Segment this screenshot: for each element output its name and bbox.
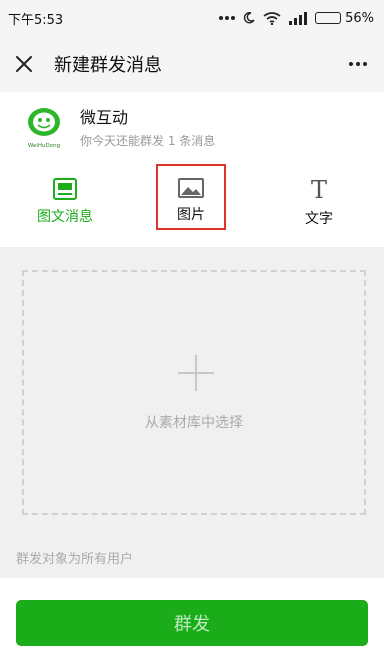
more-dots-icon <box>219 15 236 21</box>
plus-icon <box>178 355 214 391</box>
status-bar: 下午5:53 56% <box>0 0 384 36</box>
page-title: 新建群发消息 <box>54 55 162 76</box>
status-time: 下午5:53 <box>8 12 64 28</box>
account-logo: WeiHuDong <box>24 105 64 149</box>
moon-icon <box>243 12 255 24</box>
more-menu-button[interactable] <box>344 52 372 76</box>
signal-icon <box>289 11 308 25</box>
account-card: WeiHuDong 微互动 你今天还能群发 1 条消息 图文消息 图片 T 文字 <box>0 92 384 247</box>
account-name: 微互动 <box>80 108 129 127</box>
account-info: WeiHuDong 微互动 你今天还能群发 1 条消息 <box>24 104 215 149</box>
send-button[interactable]: 群发 <box>16 600 368 646</box>
material-library-label: 从素材库中选择 <box>145 415 243 431</box>
tab-text[interactable]: T 文字 <box>283 172 355 234</box>
image-icon <box>178 178 204 198</box>
tab-news-label: 图文消息 <box>37 209 93 225</box>
send-target-label: 群发对象为所有用户 <box>16 552 134 567</box>
status-icons: 56% <box>219 11 374 26</box>
message-type-tabs: 图文消息 图片 T 文字 <box>0 164 384 236</box>
news-icon <box>53 178 77 200</box>
tab-image[interactable]: 图片 <box>156 164 226 230</box>
battery-icon <box>315 12 342 24</box>
nav-header: 新建群发消息 <box>0 36 384 92</box>
tab-image-label: 图片 <box>177 207 205 223</box>
more-dot <box>363 62 367 66</box>
logo-text: WeiHuDong <box>28 143 60 149</box>
tab-text-label: 文字 <box>305 211 333 227</box>
battery-percent: 56% <box>345 10 374 26</box>
send-quota: 你今天还能群发 1 条消息 <box>80 134 216 148</box>
close-icon <box>16 56 32 72</box>
text-icon: T <box>310 176 327 204</box>
battery-indicator: 56% <box>315 11 374 26</box>
more-dot <box>349 62 353 66</box>
wifi-icon <box>263 11 281 25</box>
bottom-bar: 群发 <box>0 578 384 653</box>
close-button[interactable] <box>12 52 36 76</box>
more-dot <box>356 62 360 66</box>
material-library-picker[interactable]: 从素材库中选择 <box>22 270 366 515</box>
tab-news[interactable]: 图文消息 <box>29 172 101 234</box>
